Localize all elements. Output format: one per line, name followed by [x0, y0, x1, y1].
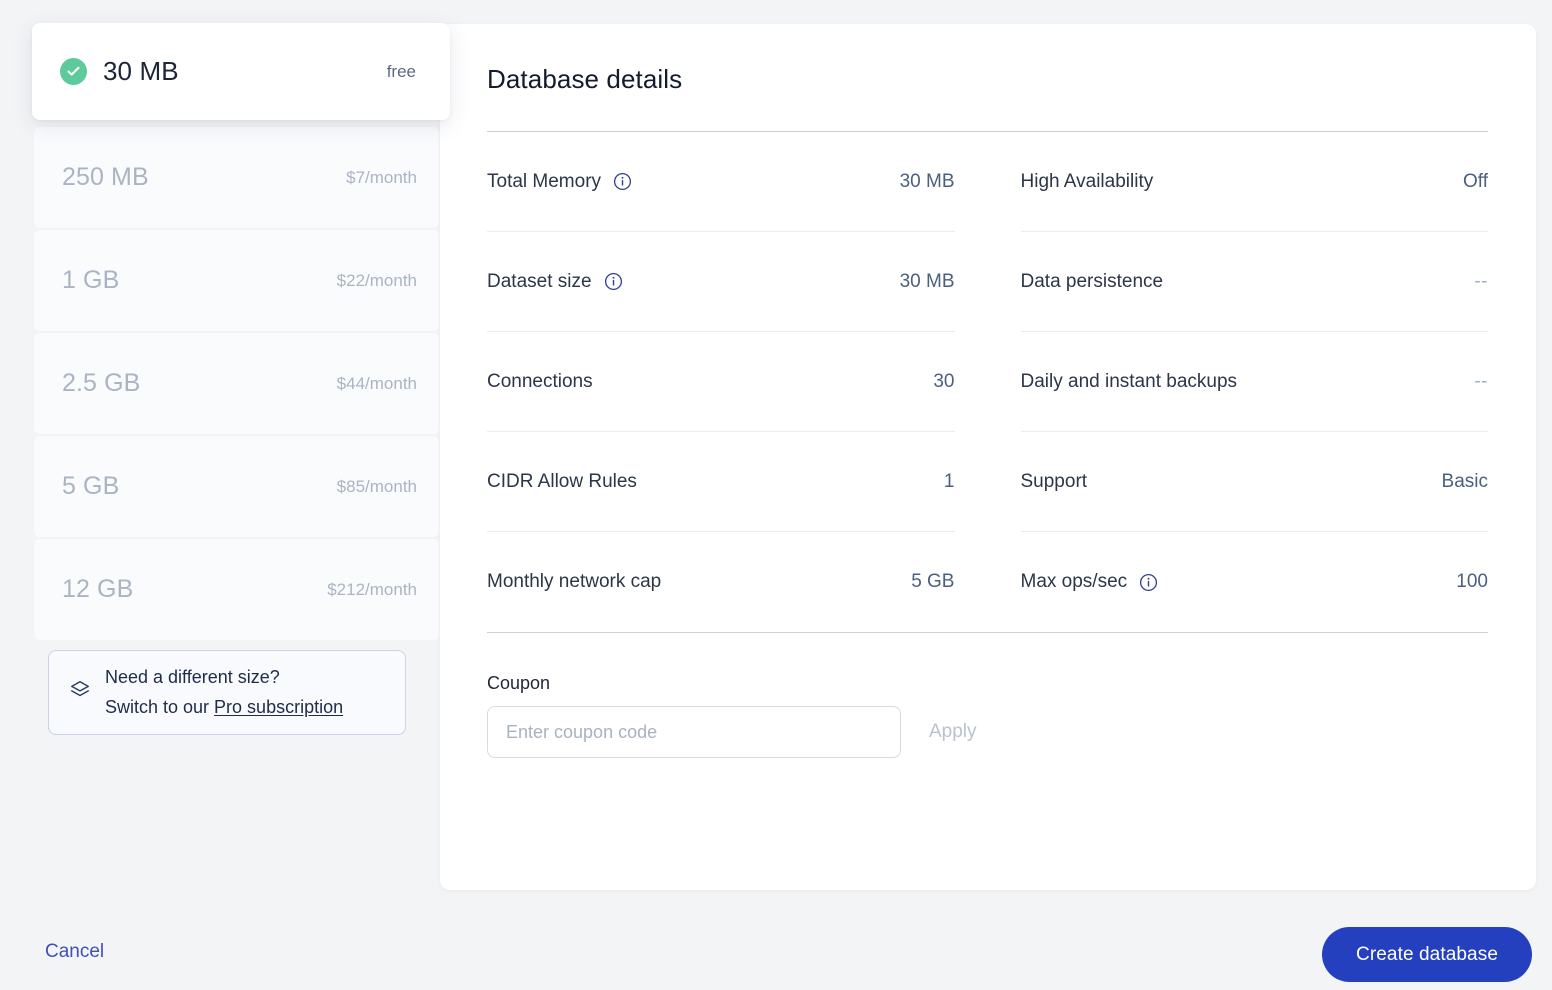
- spec-row: Monthly network cap 5 GB: [487, 532, 955, 632]
- spec-label: High Availability: [1020, 170, 1154, 192]
- layers-icon: [69, 679, 91, 706]
- spec-label: CIDR Allow Rules: [487, 470, 637, 492]
- plan-option-price: $85/month: [336, 476, 417, 496]
- spec-row: CIDR Allow Rules 1: [487, 432, 955, 532]
- info-icon[interactable]: [604, 272, 623, 291]
- pro-callout-line2-prefix: Switch to our: [105, 696, 215, 717]
- spec-value: 30 MB: [899, 270, 955, 292]
- details-bottom-divider: [487, 632, 1488, 633]
- pro-subscription-callout[interactable]: Need a different size? Switch to our Pro…: [48, 650, 406, 735]
- spec-label: Support: [1020, 470, 1088, 492]
- plan-option-name: 250 MB: [62, 163, 149, 191]
- plan-option-selected[interactable]: 30 MB free: [32, 23, 450, 120]
- spec-label: Monthly network cap: [487, 571, 662, 592]
- spec-label: Max ops/sec: [1020, 571, 1128, 592]
- plan-option[interactable]: 2.5 GB $44/month: [34, 333, 439, 434]
- pro-callout-line2: Switch to our Pro subscription: [105, 693, 343, 722]
- specs-grid: Total Memory 30 MB High Availability Off Dat…: [487, 132, 1488, 632]
- spec-label-wrap: Support: [1021, 471, 1088, 493]
- plan-option[interactable]: 1 GB $22/month: [34, 230, 439, 331]
- plan-option-price: free: [386, 61, 416, 81]
- coupon-input[interactable]: [487, 706, 901, 758]
- info-icon[interactable]: [613, 172, 632, 191]
- plan-option[interactable]: 5 GB $85/month: [34, 436, 439, 537]
- apply-coupon-button[interactable]: Apply: [925, 715, 981, 749]
- database-details-panel: Database details Total Memory 30 MB High A…: [440, 24, 1536, 890]
- spec-label-wrap: Total Memory: [487, 171, 632, 193]
- spec-row: Daily and instant backups --: [1020, 332, 1488, 432]
- spec-label: Data persistence: [1020, 270, 1164, 292]
- coupon-row: Apply: [487, 706, 1488, 758]
- spec-label: Connections: [487, 370, 593, 392]
- coupon-section: Coupon Apply: [487, 673, 1488, 758]
- plan-option-name: 1 GB: [62, 266, 120, 294]
- plan-option-price: $22/month: [336, 270, 417, 290]
- create-database-screen: 30 MB free 250 MB $7/month 1 GB $22/month 2.5 …: [0, 0, 1552, 990]
- coupon-label: Coupon: [487, 673, 551, 693]
- pro-subscription-link[interactable]: Pro subscription: [214, 697, 343, 717]
- spec-label: Daily and instant backups: [1020, 370, 1238, 392]
- plan-option-price: $212/month: [327, 579, 417, 599]
- spec-row: Connections 30: [487, 332, 955, 432]
- spec-value: --: [1474, 270, 1488, 292]
- spec-label-wrap: Daily and instant backups: [1021, 371, 1238, 393]
- spec-label-wrap: Connections: [487, 371, 593, 393]
- spec-row: Max ops/sec 100: [1021, 532, 1489, 632]
- spec-row: Support Basic: [1020, 432, 1488, 532]
- plan-size-list: 30 MB free 250 MB $7/month 1 GB $22/month 2.5 …: [32, 23, 450, 642]
- spec-label: Dataset size: [487, 270, 592, 292]
- spec-row: Total Memory 30 MB: [487, 132, 955, 232]
- spec-value: Basic: [1441, 470, 1488, 492]
- plan-option-name: 2.5 GB: [62, 369, 141, 397]
- spec-row: Dataset size 30 MB: [487, 232, 955, 332]
- spec-value: 30: [933, 370, 955, 392]
- spec-label-wrap: CIDR Allow Rules: [487, 471, 637, 493]
- spec-label-wrap: High Availability: [1021, 171, 1154, 193]
- spec-value: --: [1474, 370, 1488, 392]
- plan-option[interactable]: 250 MB $7/month: [34, 127, 439, 228]
- spec-value: 100: [1456, 571, 1488, 592]
- pro-callout-text: Need a different size? Switch to our Pro…: [105, 663, 343, 721]
- plan-option[interactable]: 12 GB $212/month: [34, 539, 439, 640]
- spec-label-wrap: Max ops/sec: [1021, 571, 1159, 593]
- spec-value: 1: [943, 470, 955, 492]
- spec-label-wrap: Data persistence: [1021, 271, 1164, 293]
- spec-value: 5 GB: [911, 571, 955, 592]
- cancel-button[interactable]: Cancel: [45, 941, 104, 963]
- plan-option-price: $44/month: [336, 373, 417, 393]
- plan-option-price: $7/month: [346, 167, 417, 187]
- plan-option-name: 12 GB: [62, 575, 134, 603]
- page-title: Database details: [487, 64, 683, 94]
- pro-callout-line1: Need a different size?: [105, 667, 280, 688]
- spec-value: 30 MB: [899, 170, 955, 192]
- plan-option-name: 5 GB: [62, 472, 120, 500]
- info-icon[interactable]: [1139, 573, 1158, 592]
- create-database-button[interactable]: Create database: [1322, 927, 1532, 982]
- spec-row: Data persistence --: [1020, 232, 1488, 332]
- spec-row: High Availability Off: [1020, 132, 1488, 232]
- spec-label-wrap: Monthly network cap: [487, 571, 661, 593]
- check-circle-icon: [60, 58, 87, 85]
- spec-label-wrap: Dataset size: [487, 271, 623, 293]
- spec-value: Off: [1463, 170, 1488, 192]
- spec-label: Total Memory: [487, 170, 602, 192]
- plan-option-name: 30 MB: [103, 56, 179, 86]
